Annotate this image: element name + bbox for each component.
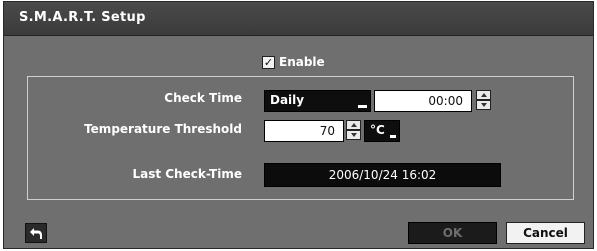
temperature-unit-value: °C [370,123,385,137]
enable-row[interactable]: ✓ Enable [262,54,325,70]
dialog-title: S.M.A.R.T. Setup [19,10,146,25]
check-frequency-value: Daily [270,93,305,107]
cancel-button[interactable]: Cancel [506,222,585,244]
smart-setup-dialog: S.M.A.R.T. Setup ✓ Enable Check Time Dai… [3,1,594,249]
dropdown-arrow-icon [358,105,367,108]
temperature-threshold-field[interactable]: 70 [264,120,344,142]
settings-group: Check Time Daily 00:00 Temperature Thres… [27,76,574,200]
check-time-field[interactable]: 00:00 [374,90,472,112]
last-check-time-label: Last Check-Time [132,167,242,181]
back-arrow-icon [30,227,42,239]
enable-checkbox[interactable]: ✓ [262,55,275,69]
temperature-spinner[interactable] [346,120,361,140]
last-check-time-value: 2006/10/24 16:02 [264,163,501,187]
ok-button[interactable]: OK [408,222,497,244]
temperature-threshold-label: Temperature Threshold [84,122,242,136]
check-frequency-dropdown[interactable]: Daily [264,90,371,112]
increment-arrow-icon[interactable] [476,90,491,100]
decrement-arrow-icon[interactable] [476,100,491,110]
temperature-unit-dropdown[interactable]: °C [364,120,400,142]
enable-label: Enable [279,55,325,69]
increment-arrow-icon[interactable] [346,120,361,130]
title-bar: S.M.A.R.T. Setup [4,2,593,36]
back-button[interactable] [25,223,47,243]
decrement-arrow-icon[interactable] [346,130,361,140]
dropdown-arrow-icon [390,135,396,138]
check-time-label: Check Time [164,91,242,105]
check-time-spinner[interactable] [476,90,491,110]
